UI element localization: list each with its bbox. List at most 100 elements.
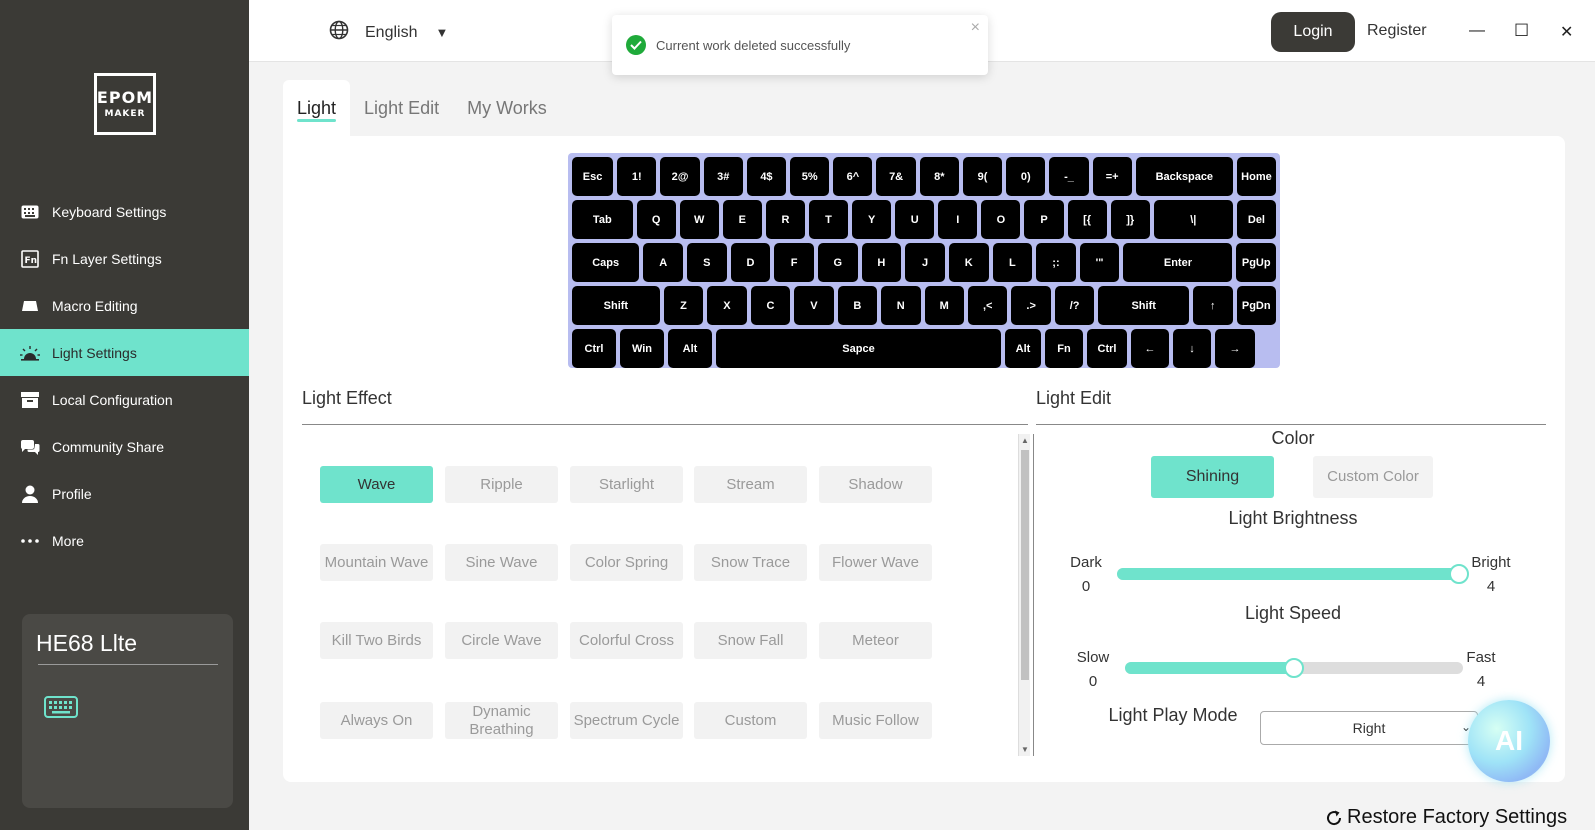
register-link[interactable]: Register xyxy=(1367,22,1427,40)
key[interactable]: M xyxy=(924,286,964,325)
effect-option[interactable]: Circle Wave xyxy=(445,622,558,659)
key[interactable]: Caps xyxy=(572,243,640,282)
key[interactable]: Z xyxy=(663,286,704,325)
key[interactable]: 2@ xyxy=(660,157,700,196)
key[interactable]: D xyxy=(730,243,771,282)
key[interactable]: Home xyxy=(1236,157,1277,196)
key[interactable]: O xyxy=(981,200,1021,239)
key[interactable]: '" xyxy=(1079,243,1120,282)
effect-option[interactable]: Stream xyxy=(694,466,807,503)
key[interactable]: Y xyxy=(852,200,892,239)
key[interactable]: R xyxy=(765,200,805,239)
language-selector[interactable]: English ▼ xyxy=(329,20,448,45)
key[interactable]: H xyxy=(861,243,902,282)
key[interactable]: B xyxy=(837,286,878,325)
effect-option[interactable]: Snow Fall xyxy=(694,622,807,659)
key[interactable]: K xyxy=(948,243,989,282)
key[interactable]: \| xyxy=(1153,200,1233,239)
key[interactable]: Esc xyxy=(572,157,614,196)
key[interactable]: PgDn xyxy=(1236,286,1276,325)
effect-option[interactable]: Colorful Cross xyxy=(570,622,683,659)
tab-light[interactable]: Light xyxy=(283,80,351,136)
sidebar-item-community-share[interactable]: Community Share xyxy=(0,423,249,470)
key[interactable]: Backspace xyxy=(1135,157,1233,196)
tab-light-edit[interactable]: Light Edit xyxy=(350,80,453,136)
effect-option[interactable]: Mountain Wave xyxy=(320,544,433,581)
sidebar-item-local-configuration[interactable]: Local Configuration xyxy=(0,376,249,423)
key[interactable]: ↑ xyxy=(1193,286,1233,325)
key[interactable]: PgUp xyxy=(1236,243,1277,282)
key[interactable]: X xyxy=(707,286,747,325)
key[interactable]: P xyxy=(1024,200,1064,239)
key[interactable]: I xyxy=(938,200,978,239)
key[interactable]: 3# xyxy=(703,157,743,196)
custom-color-button[interactable]: Custom Color xyxy=(1313,456,1433,498)
effect-option[interactable]: Spectrum Cycle xyxy=(570,702,683,739)
key[interactable]: L xyxy=(992,243,1033,282)
key[interactable]: U xyxy=(895,200,935,239)
effect-option[interactable]: Meteor xyxy=(819,622,932,659)
key[interactable]: A xyxy=(643,243,684,282)
sidebar-item-light-settings[interactable]: Light Settings xyxy=(0,329,249,376)
key[interactable]: [{ xyxy=(1067,200,1107,239)
key[interactable]: Sapce xyxy=(716,329,1001,368)
effect-option[interactable]: Starlight xyxy=(570,466,683,503)
toast-close-icon[interactable]: × xyxy=(971,19,980,37)
key[interactable]: Ctrl xyxy=(572,329,616,368)
key[interactable]: F xyxy=(774,243,814,282)
key[interactable]: Tab xyxy=(572,200,633,239)
scroll-down-icon[interactable]: ▼ xyxy=(1021,745,1029,754)
sidebar-item-macro-editing[interactable]: Macro Editing xyxy=(0,282,249,329)
effect-option[interactable]: Sine Wave xyxy=(445,544,558,581)
key[interactable]: Alt xyxy=(1005,329,1041,368)
effect-option[interactable]: Shadow xyxy=(819,466,932,503)
key[interactable]: 4$ xyxy=(746,157,787,196)
key[interactable]: =+ xyxy=(1092,157,1132,196)
key[interactable]: G xyxy=(817,243,858,282)
key[interactable]: C xyxy=(750,286,791,325)
key[interactable]: ;: xyxy=(1036,243,1076,282)
sidebar-item-fn-layer-settings[interactable]: Fn Fn Layer Settings xyxy=(0,235,249,282)
effect-option[interactable]: Always On xyxy=(320,702,433,739)
effect-option[interactable]: Kill Two Birds xyxy=(320,622,433,659)
key[interactable]: T xyxy=(808,200,849,239)
key[interactable]: Ctrl xyxy=(1087,329,1127,368)
key[interactable]: 7& xyxy=(876,157,916,196)
close-icon[interactable]: ✕ xyxy=(1560,22,1573,42)
login-button[interactable]: Login xyxy=(1271,12,1355,52)
key[interactable]: .> xyxy=(1011,286,1051,325)
sidebar-item-more[interactable]: More xyxy=(0,517,249,564)
key[interactable]: Shift xyxy=(1098,286,1190,325)
effect-option[interactable]: Ripple xyxy=(445,466,558,503)
effect-option[interactable]: Snow Trace xyxy=(694,544,807,581)
maximize-icon[interactable]: ☐ xyxy=(1514,21,1529,41)
effect-option[interactable]: Music Follow xyxy=(819,702,932,739)
effect-option[interactable]: Wave xyxy=(320,466,433,503)
key[interactable]: Enter xyxy=(1123,243,1233,282)
brightness-slider[interactable] xyxy=(1117,564,1469,584)
key[interactable]: ,< xyxy=(967,286,1008,325)
key[interactable]: Del xyxy=(1236,200,1276,239)
key[interactable]: 6^ xyxy=(833,157,873,196)
restore-factory-settings-button[interactable]: Restore Factory Settings xyxy=(1325,806,1567,829)
key[interactable]: Q xyxy=(636,200,676,239)
key[interactable]: N xyxy=(881,286,921,325)
effect-option[interactable]: Dynamic Breathing xyxy=(445,702,558,739)
play-mode-select[interactable]: Right ⌄ xyxy=(1260,711,1478,745)
effect-option[interactable]: Color Spring xyxy=(570,544,683,581)
key[interactable]: Alt xyxy=(668,329,712,368)
key[interactable]: E xyxy=(722,200,762,239)
minimize-icon[interactable]: — xyxy=(1469,22,1485,40)
key[interactable]: 5% xyxy=(790,157,830,196)
speed-thumb[interactable] xyxy=(1284,658,1304,678)
effects-scrollbar[interactable]: ▲ ▼ xyxy=(1018,434,1030,756)
key[interactable]: 0) xyxy=(1006,157,1046,196)
key[interactable]: ]} xyxy=(1110,200,1150,239)
sidebar-item-keyboard-settings[interactable]: Keyboard Settings xyxy=(0,188,249,235)
key[interactable]: → xyxy=(1215,329,1255,368)
key[interactable]: /? xyxy=(1054,286,1095,325)
speed-slider[interactable] xyxy=(1125,658,1463,678)
key[interactable]: 8* xyxy=(919,157,959,196)
key[interactable]: S xyxy=(687,243,727,282)
key[interactable]: J xyxy=(905,243,945,282)
